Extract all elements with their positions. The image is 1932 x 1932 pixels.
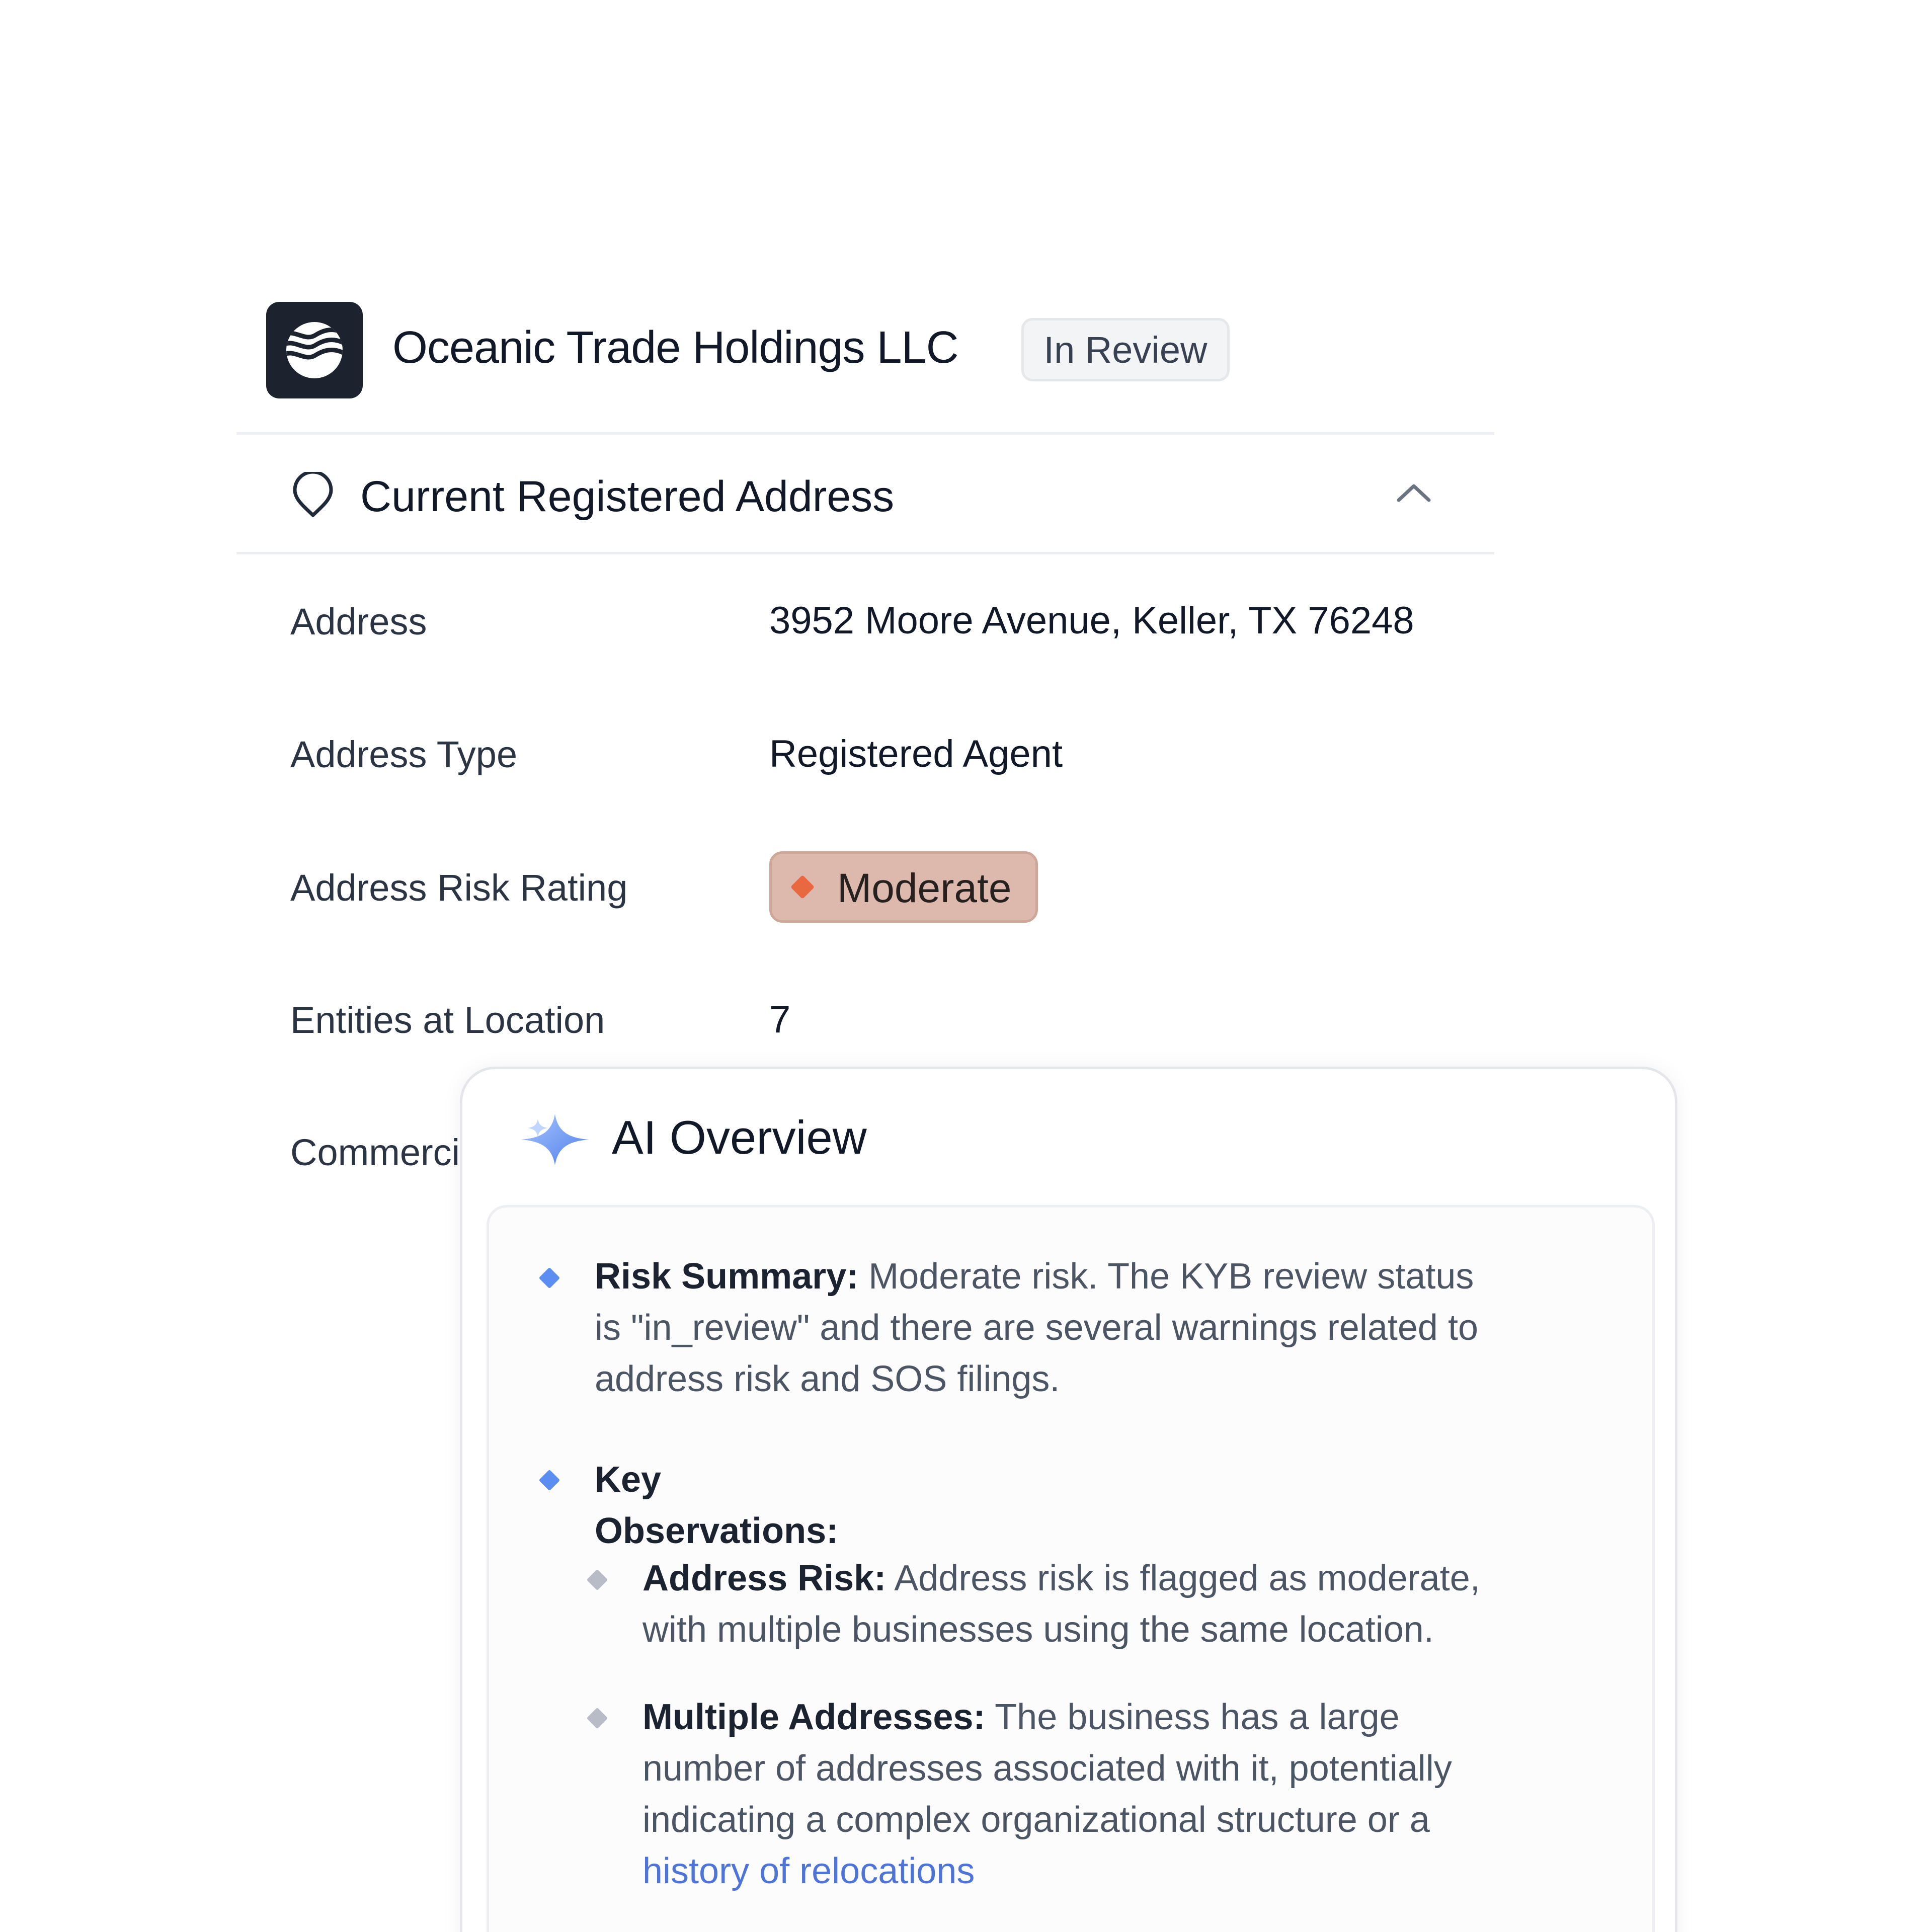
address-value: 3952 Moore Avenue, Keller, TX 76248 bbox=[769, 599, 1414, 642]
relocations-link[interactable]: of relocations bbox=[759, 1851, 975, 1891]
chevron-up-icon[interactable] bbox=[1394, 477, 1434, 507]
address-risk-text: with multiple businesses using the same … bbox=[642, 1609, 1434, 1650]
risk-rating-value: Moderate bbox=[837, 865, 1012, 911]
multiple-addresses-label: Multiple Addresses: bbox=[642, 1697, 986, 1737]
company-address-panel: Oceanic Trade Holdings LLC In Review Cur… bbox=[0, 0, 1932, 1932]
section-title: Current Registered Address bbox=[360, 472, 895, 521]
map-pin-icon bbox=[293, 472, 333, 517]
wave-logo-icon bbox=[266, 302, 363, 398]
bullet-icon bbox=[538, 1267, 560, 1289]
risk-rating-label: Address Risk Rating bbox=[290, 867, 628, 909]
risk-summary-label: Risk Summary: bbox=[595, 1256, 859, 1297]
entities-value: 7 bbox=[769, 998, 791, 1041]
commercial-label: Commerci bbox=[290, 1132, 460, 1173]
risk-summary-text: Moderate risk. The KYB review status bbox=[858, 1256, 1474, 1297]
sparkle-icon bbox=[521, 1114, 589, 1165]
risk-rating-badge: Moderate bbox=[769, 851, 1038, 923]
ai-overview-content: Risk Summary: Moderate risk. The KYB rev… bbox=[487, 1205, 1655, 1932]
sub-bullet-icon bbox=[586, 1569, 608, 1591]
multiple-addresses-text: number of addresses associated with it, … bbox=[642, 1748, 1452, 1789]
sub-bullet-icon bbox=[586, 1707, 608, 1729]
risk-summary-text: is "in_review" and there are several war… bbox=[595, 1308, 1479, 1348]
ai-overview-title: AI Overview bbox=[612, 1111, 867, 1164]
status-badge: In Review bbox=[1021, 318, 1230, 381]
address-risk-label: Address Risk: bbox=[642, 1558, 887, 1598]
key-observations-label: Key Observations: bbox=[595, 1460, 839, 1551]
ai-overview-card: AI Overview Risk Summary: Moderate risk.… bbox=[460, 1067, 1677, 1932]
address-type-value: Registered Agent bbox=[769, 733, 1063, 775]
address-label: Address bbox=[290, 601, 427, 642]
multiple-addresses-text: history bbox=[642, 1851, 760, 1891]
company-name: Oceanic Trade Holdings LLC bbox=[392, 323, 959, 373]
address-type-label: Address Type bbox=[290, 734, 518, 775]
risk-level-icon bbox=[790, 874, 815, 900]
entities-label: Entities at Location bbox=[290, 999, 605, 1041]
address-risk-text: Address risk is flagged as moderate, bbox=[886, 1558, 1480, 1598]
risk-summary-text: address risk and SOS filings. bbox=[595, 1359, 1060, 1399]
multiple-addresses-text: indicating a complex organizational stru… bbox=[642, 1800, 1430, 1840]
bullet-icon bbox=[538, 1469, 560, 1491]
divider bbox=[236, 552, 1494, 554]
multiple-addresses-text: The business has a large bbox=[985, 1697, 1400, 1737]
address-section-toggle[interactable]: Current Registered Address bbox=[236, 435, 1494, 552]
